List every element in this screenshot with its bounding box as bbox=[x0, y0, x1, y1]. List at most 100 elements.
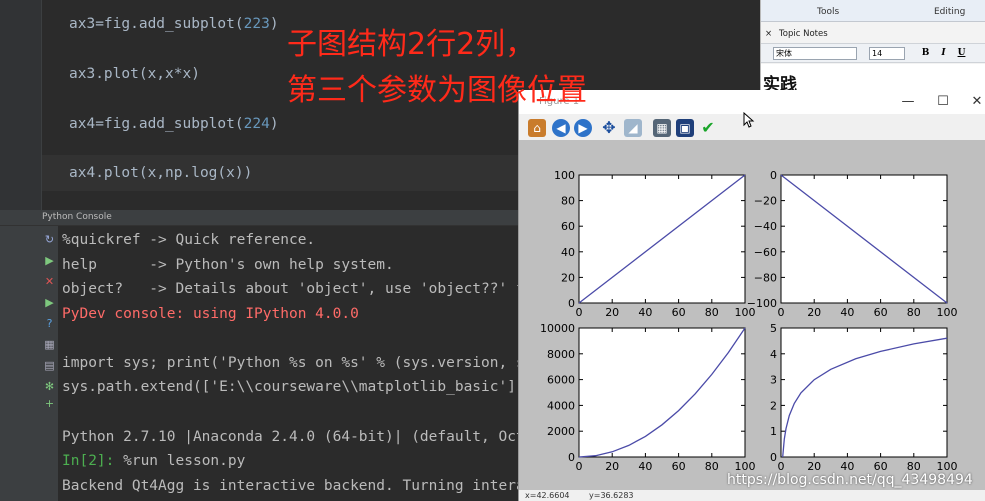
tab-close-icon[interactable]: × bbox=[765, 29, 772, 39]
word-processor-window: Tools Editing × Topic Notes 宋体 14 B I U … bbox=[760, 0, 985, 95]
annotation-line-2: 第三个参数为图像位置 bbox=[287, 73, 587, 108]
font-size-select[interactable]: 14 bbox=[869, 47, 905, 60]
rerun-icon[interactable]: ↻ bbox=[44, 234, 55, 245]
y-tick-label: 5 bbox=[770, 322, 777, 335]
edit-icon[interactable]: ✔ bbox=[699, 119, 717, 137]
x-tick-label: 0 bbox=[576, 460, 583, 473]
figure-statusbar: x=42.6604 y=36.6283 bbox=[519, 490, 985, 501]
ribbon: Tools Editing bbox=[761, 0, 985, 22]
console-line: object? -> Details about 'object', use '… bbox=[62, 281, 543, 297]
y-tick-label: −60 bbox=[754, 246, 777, 259]
console-command: %run lesson.py bbox=[114, 453, 246, 469]
zoom-icon[interactable]: ◢ bbox=[624, 119, 642, 137]
y-tick-label: 8000 bbox=[547, 348, 575, 361]
italic-button[interactable]: I bbox=[937, 47, 950, 60]
code-line[interactable]: ax4=fig.add_subplot(224) bbox=[69, 116, 279, 132]
x-tick-label: 0 bbox=[576, 306, 583, 319]
help-icon[interactable]: ? bbox=[44, 318, 55, 329]
code-line[interactable]: ax3.plot(x,x*x) bbox=[69, 66, 200, 82]
maximize-button[interactable]: ☐ bbox=[933, 93, 953, 111]
console-input-line[interactable]: In[2]: %run lesson.py bbox=[62, 453, 245, 469]
save-icon[interactable]: ▣ bbox=[676, 119, 694, 137]
console-line: Backend Qt4Agg is interactive backend. T… bbox=[62, 478, 551, 494]
y-tick-label: 20 bbox=[561, 271, 575, 284]
y-tick-label: 0 bbox=[770, 169, 777, 182]
add-icon[interactable]: + bbox=[44, 398, 55, 409]
x-tick-label: 40 bbox=[840, 306, 854, 319]
console-line: import sys; print('Python %s on %s' % (s… bbox=[62, 355, 551, 371]
console-prompt: In[2]: bbox=[62, 453, 115, 469]
x-tick-label: 60 bbox=[672, 306, 686, 319]
x-tick-label: 20 bbox=[605, 306, 619, 319]
y-tick-label: 2 bbox=[770, 399, 777, 412]
x-tick-label: 80 bbox=[907, 306, 921, 319]
y-tick-label: 100 bbox=[554, 169, 575, 182]
ribbon-tools[interactable]: Tools bbox=[817, 7, 839, 17]
console-header: Python Console bbox=[0, 210, 520, 226]
y-tick-label: 2000 bbox=[547, 425, 575, 438]
watermark: https://blog.csdn.net/qq_43498494 bbox=[727, 472, 973, 488]
x-tick-label: 60 bbox=[874, 306, 888, 319]
underline-button[interactable]: U bbox=[955, 47, 968, 60]
console-toolbar: ↻ ▶ ✕ ▶ ? ▦ ▤ ✻ + bbox=[0, 226, 58, 501]
console-line: %quickref -> Quick reference. bbox=[62, 232, 316, 248]
debug-icon[interactable]: ▤ bbox=[44, 360, 55, 371]
x-tick-label: 40 bbox=[638, 460, 652, 473]
status-y: y=36.6283 bbox=[589, 491, 634, 500]
y-tick-label: 0 bbox=[770, 451, 777, 464]
python-console[interactable]: Python Console ↻ ▶ ✕ ▶ ? ▦ ▤ ✻ + %quickr… bbox=[0, 210, 551, 501]
x-tick-label: 0 bbox=[778, 306, 785, 319]
subplots: 0 20 40 60 80 1000204060801000 20 40 60 80 1000−20… bbox=[540, 169, 958, 473]
editor-gutter bbox=[0, 0, 42, 210]
y-tick-label: 60 bbox=[561, 220, 575, 233]
figure-titlebar: Figure 1 — ☐ ✕ bbox=[519, 90, 985, 114]
console-line: sys.path.extend(['E:\\courseware\\matplo… bbox=[62, 379, 525, 395]
axes-frame bbox=[780, 327, 948, 458]
x-tick-label: 20 bbox=[605, 460, 619, 473]
code-line[interactable]: ax4.plot(x,np.log(x)) bbox=[69, 165, 252, 181]
code-line[interactable]: ax3=fig.add_subplot(223) bbox=[69, 16, 279, 32]
console-line: PyDev console: using IPython 4.0.0 bbox=[62, 306, 359, 322]
pan-icon[interactable]: ✥ bbox=[600, 119, 618, 137]
y-tick-label: −80 bbox=[754, 271, 777, 284]
forward-icon[interactable]: ▶ bbox=[574, 119, 592, 137]
y-tick-label: 80 bbox=[561, 195, 575, 208]
execute-icon[interactable]: ▶ bbox=[44, 297, 55, 308]
tab-topic-notes[interactable]: Topic Notes bbox=[779, 29, 828, 39]
home-icon[interactable]: ⌂ bbox=[528, 119, 546, 137]
close-button[interactable]: ✕ bbox=[967, 93, 985, 111]
run-icon[interactable]: ▶ bbox=[44, 255, 55, 266]
back-icon[interactable]: ◀ bbox=[552, 119, 570, 137]
ribbon-editing[interactable]: Editing bbox=[934, 7, 965, 17]
y-tick-label: 40 bbox=[561, 246, 575, 259]
x-tick-label: 60 bbox=[672, 460, 686, 473]
mouse-cursor-icon bbox=[743, 112, 755, 128]
figure-window[interactable]: Figure 1 — ☐ ✕ ⌂ ◀ ▶ ✥ ◢ ▦ ▣ ✔ 0 20 40 60 80… bbox=[518, 90, 985, 501]
y-tick-label: 6000 bbox=[547, 374, 575, 387]
figure-canvas[interactable]: 0 20 40 60 80 100 0 20 40 60 80 100 0 20 40 60 80 100 0 −20… bbox=[519, 140, 985, 490]
minimize-button[interactable]: — bbox=[898, 93, 918, 111]
console-line: help -> Python's own help system. bbox=[62, 257, 394, 273]
close-icon[interactable]: ✕ bbox=[44, 276, 55, 287]
document-body[interactable]: 实践 bbox=[761, 64, 985, 95]
format-toolbar: 宋体 14 B I U bbox=[761, 43, 985, 63]
x-tick-label: 80 bbox=[705, 460, 719, 473]
y-tick-label: −100 bbox=[747, 297, 777, 310]
x-tick-label: 80 bbox=[705, 306, 719, 319]
settings-icon[interactable]: ✻ bbox=[44, 381, 55, 392]
y-tick-label: 1 bbox=[770, 425, 777, 438]
y-tick-label: 10000 bbox=[540, 322, 575, 335]
console-line: Python 2.7.10 |Anaconda 2.4.0 (64-bit)| … bbox=[62, 429, 551, 445]
y-tick-label: 0 bbox=[568, 451, 575, 464]
x-tick-label: 100 bbox=[937, 306, 958, 319]
subplots-icon[interactable]: ▦ bbox=[653, 119, 671, 137]
y-tick-label: −20 bbox=[754, 195, 777, 208]
status-x: x=42.6604 bbox=[525, 491, 570, 500]
y-tick-label: 3 bbox=[770, 374, 777, 387]
bold-button[interactable]: B bbox=[919, 47, 932, 60]
y-tick-label: 4000 bbox=[547, 399, 575, 412]
annotation-line-1: 子图结构2行2列， bbox=[287, 27, 536, 62]
console-title: Python Console bbox=[42, 212, 112, 222]
font-name-select[interactable]: 宋体 bbox=[773, 47, 857, 60]
variables-icon[interactable]: ▦ bbox=[44, 339, 55, 350]
